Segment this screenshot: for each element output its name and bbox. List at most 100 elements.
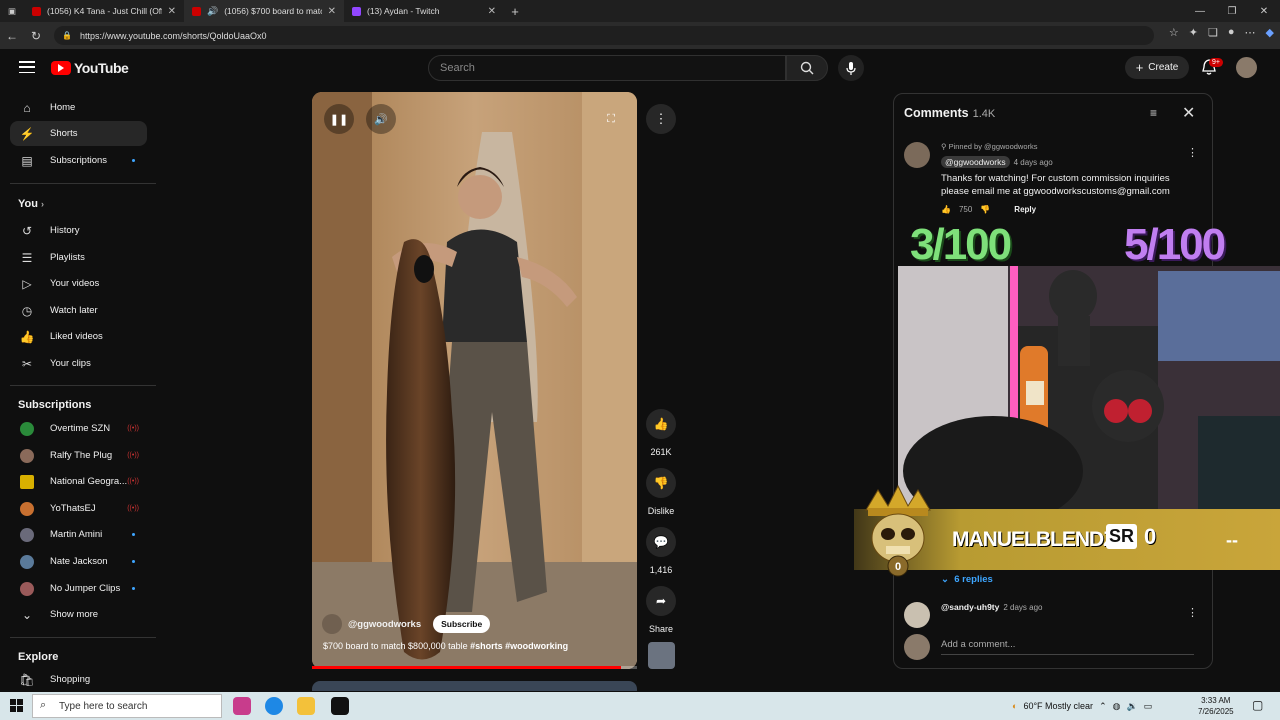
- comment-author[interactable]: @sandy-uh9ty: [941, 602, 999, 612]
- file-explorer-icon[interactable]: [297, 697, 315, 715]
- chevron-up-icon[interactable]: ⌃: [1099, 701, 1107, 712]
- comment-time[interactable]: 4 days ago: [1014, 158, 1053, 167]
- more-options-button[interactable]: ⋮: [646, 104, 676, 134]
- sidebar-sub-yothatsej[interactable]: YoThatsEJ ((•)): [10, 496, 147, 521]
- more-icon[interactable]: ⋯: [1245, 26, 1256, 39]
- voice-search-button[interactable]: [838, 55, 864, 81]
- sidebar-item-your-videos[interactable]: ▷ Your videos: [10, 271, 147, 296]
- share-button[interactable]: ➦: [646, 586, 676, 616]
- remix-thumbnail[interactable]: [648, 642, 675, 669]
- comment-menu-icon[interactable]: ⋮: [1187, 146, 1198, 159]
- start-button[interactable]: [10, 699, 23, 717]
- sidebar-sub-no-jumper[interactable]: No Jumper Clips: [10, 576, 147, 601]
- like-button[interactable]: 👍: [646, 409, 676, 439]
- system-clock[interactable]: 3:33 AM 7/26/2025: [1198, 695, 1234, 717]
- close-tab-icon[interactable]: ✕: [168, 6, 176, 17]
- reply-button[interactable]: Reply: [1014, 205, 1036, 214]
- comments-action[interactable]: 💬 1,416: [645, 527, 677, 575]
- you-header[interactable]: You ›: [18, 198, 44, 210]
- next-short-preview[interactable]: [312, 681, 637, 691]
- sidebar-item-liked-videos[interactable]: 👍 Liked videos: [10, 324, 147, 349]
- sidebar-item-playlists[interactable]: ☰ Playlists: [10, 245, 147, 270]
- sidebar-sub-nate-jackson[interactable]: Nate Jackson: [10, 549, 147, 574]
- comment-like-icon[interactable]: 👍: [941, 205, 951, 214]
- subscribe-button[interactable]: Subscribe: [433, 615, 491, 633]
- app-taskbar-icon[interactable]: [331, 697, 349, 715]
- youtube-logo[interactable]: YouTube: [51, 60, 129, 76]
- streamer-name: MANUELBLENDZ: [952, 528, 1116, 551]
- url-field[interactable]: 🔒 https://www.youtube.com/shorts/QoldoUa…: [54, 26, 1154, 45]
- battery-icon[interactable]: ▭: [1144, 701, 1153, 712]
- close-tab-icon[interactable]: ✕: [328, 6, 336, 17]
- sidebar-item-history[interactable]: ↺ History: [10, 218, 147, 243]
- sidebar-sub-overtime-szn[interactable]: Overtime SZN ((•)): [10, 416, 147, 441]
- back-icon[interactable]: ←: [0, 29, 24, 43]
- refresh-icon[interactable]: ↻: [24, 29, 48, 43]
- chevron-right-icon: ›: [41, 199, 45, 209]
- search-input[interactable]: Search: [428, 55, 786, 81]
- browser-tab-2[interactable]: 🔊 (1056) $700 board to match ✕: [184, 0, 344, 22]
- commenter-avatar[interactable]: [904, 142, 930, 168]
- new-tab-icon[interactable]: +: [504, 4, 526, 19]
- close-tab-icon[interactable]: ✕: [488, 6, 496, 17]
- weather-text[interactable]: 60°F Mostly clear: [1023, 701, 1093, 711]
- add-comment-input[interactable]: Add a comment...: [941, 639, 1194, 655]
- profile-icon[interactable]: ●: [1228, 26, 1235, 39]
- show-more-button[interactable]: ⌄ Show more: [10, 602, 147, 627]
- copilot-taskbar-icon[interactable]: [233, 697, 251, 715]
- view-replies-button[interactable]: ⌄ 6 replies: [941, 574, 993, 585]
- volume-button[interactable]: 🔊: [366, 104, 396, 134]
- network-icon[interactable]: ◍: [1113, 701, 1121, 712]
- browser-tab-1[interactable]: (1056) K4 Tana - Just Chill (Official ✕: [24, 0, 184, 22]
- sidebar-sub-martin-amini[interactable]: Martin Amini: [10, 522, 147, 547]
- sidebar-sub-ralfy[interactable]: Ralfy The Plug ((•)): [10, 443, 147, 468]
- minimize-icon[interactable]: —: [1184, 0, 1216, 22]
- comments-button[interactable]: 💬: [646, 527, 676, 557]
- dislike-action[interactable]: 👎 Dislike: [645, 468, 677, 516]
- sidebar-item-your-clips[interactable]: ✂ Your clips: [10, 351, 147, 376]
- sidebar-item-label: Your clips: [50, 358, 91, 369]
- weather-icon[interactable]: ◐: [1012, 701, 1017, 711]
- edge-taskbar-icon[interactable]: [265, 697, 283, 715]
- speaker-icon[interactable]: 🔊: [207, 6, 218, 17]
- close-window-icon[interactable]: ✕: [1248, 0, 1280, 22]
- extensions-icon[interactable]: ✦: [1189, 26, 1198, 39]
- comment-time[interactable]: 2 days ago: [1003, 603, 1042, 612]
- share-action[interactable]: ➦ Share: [645, 586, 677, 634]
- pause-button[interactable]: ❚❚: [324, 104, 354, 134]
- sort-icon[interactable]: ≡: [1150, 106, 1157, 120]
- comment-menu-icon[interactable]: ⋮: [1187, 606, 1198, 619]
- search-button[interactable]: [786, 55, 828, 81]
- channel-avatar[interactable]: [322, 614, 342, 634]
- close-icon[interactable]: ✕: [1182, 103, 1195, 123]
- tab-actions-icon[interactable]: ▣: [0, 0, 24, 22]
- sidebar-sub-natgeo[interactable]: National Geogra... ((•)): [10, 469, 147, 494]
- dislike-button[interactable]: 👎: [646, 468, 676, 498]
- taskbar-search-input[interactable]: ⌕ Type here to search: [32, 694, 222, 718]
- sidebar-item-shorts[interactable]: ⚡ Shorts: [10, 121, 147, 146]
- hashtags[interactable]: #shorts #woodworking: [470, 641, 568, 651]
- browser-tab-3[interactable]: (13) Aydan - Twitch ✕: [344, 0, 504, 22]
- create-button[interactable]: + Create: [1125, 56, 1189, 79]
- channel-name[interactable]: @ggwoodworks: [348, 619, 421, 630]
- sidebar-item-watch-later[interactable]: ◷ Watch later: [10, 298, 147, 323]
- favorites-icon[interactable]: ☆: [1169, 26, 1179, 39]
- shorts-video-player[interactable]: [312, 92, 637, 669]
- menu-icon[interactable]: [19, 61, 35, 73]
- collections-icon[interactable]: ❏: [1208, 26, 1218, 39]
- sidebar-item-home[interactable]: ⌂ Home: [10, 95, 147, 120]
- comment-dislike-icon[interactable]: 👎: [980, 205, 990, 214]
- volume-icon[interactable]: 🔉: [1126, 701, 1137, 712]
- maximize-icon[interactable]: ❐: [1216, 0, 1248, 22]
- copilot-icon[interactable]: ◆: [1266, 26, 1274, 39]
- fullscreen-button[interactable]: ⛶: [596, 104, 626, 134]
- video-progress-bar[interactable]: [312, 666, 637, 669]
- like-action[interactable]: 👍 261K: [645, 409, 677, 457]
- sidebar-item-subscriptions[interactable]: ▤ Subscriptions: [10, 148, 147, 173]
- sidebar-item-shopping[interactable]: 🛍 Shopping: [10, 667, 147, 692]
- comment-author[interactable]: @ggwoodworks: [941, 156, 1010, 168]
- commenter-avatar[interactable]: [904, 602, 930, 628]
- url-text: https://www.youtube.com/shorts/QoldoUaaO…: [79, 30, 267, 41]
- account-avatar[interactable]: [1236, 57, 1257, 78]
- notifications-icon[interactable]: ▢: [1252, 698, 1263, 712]
